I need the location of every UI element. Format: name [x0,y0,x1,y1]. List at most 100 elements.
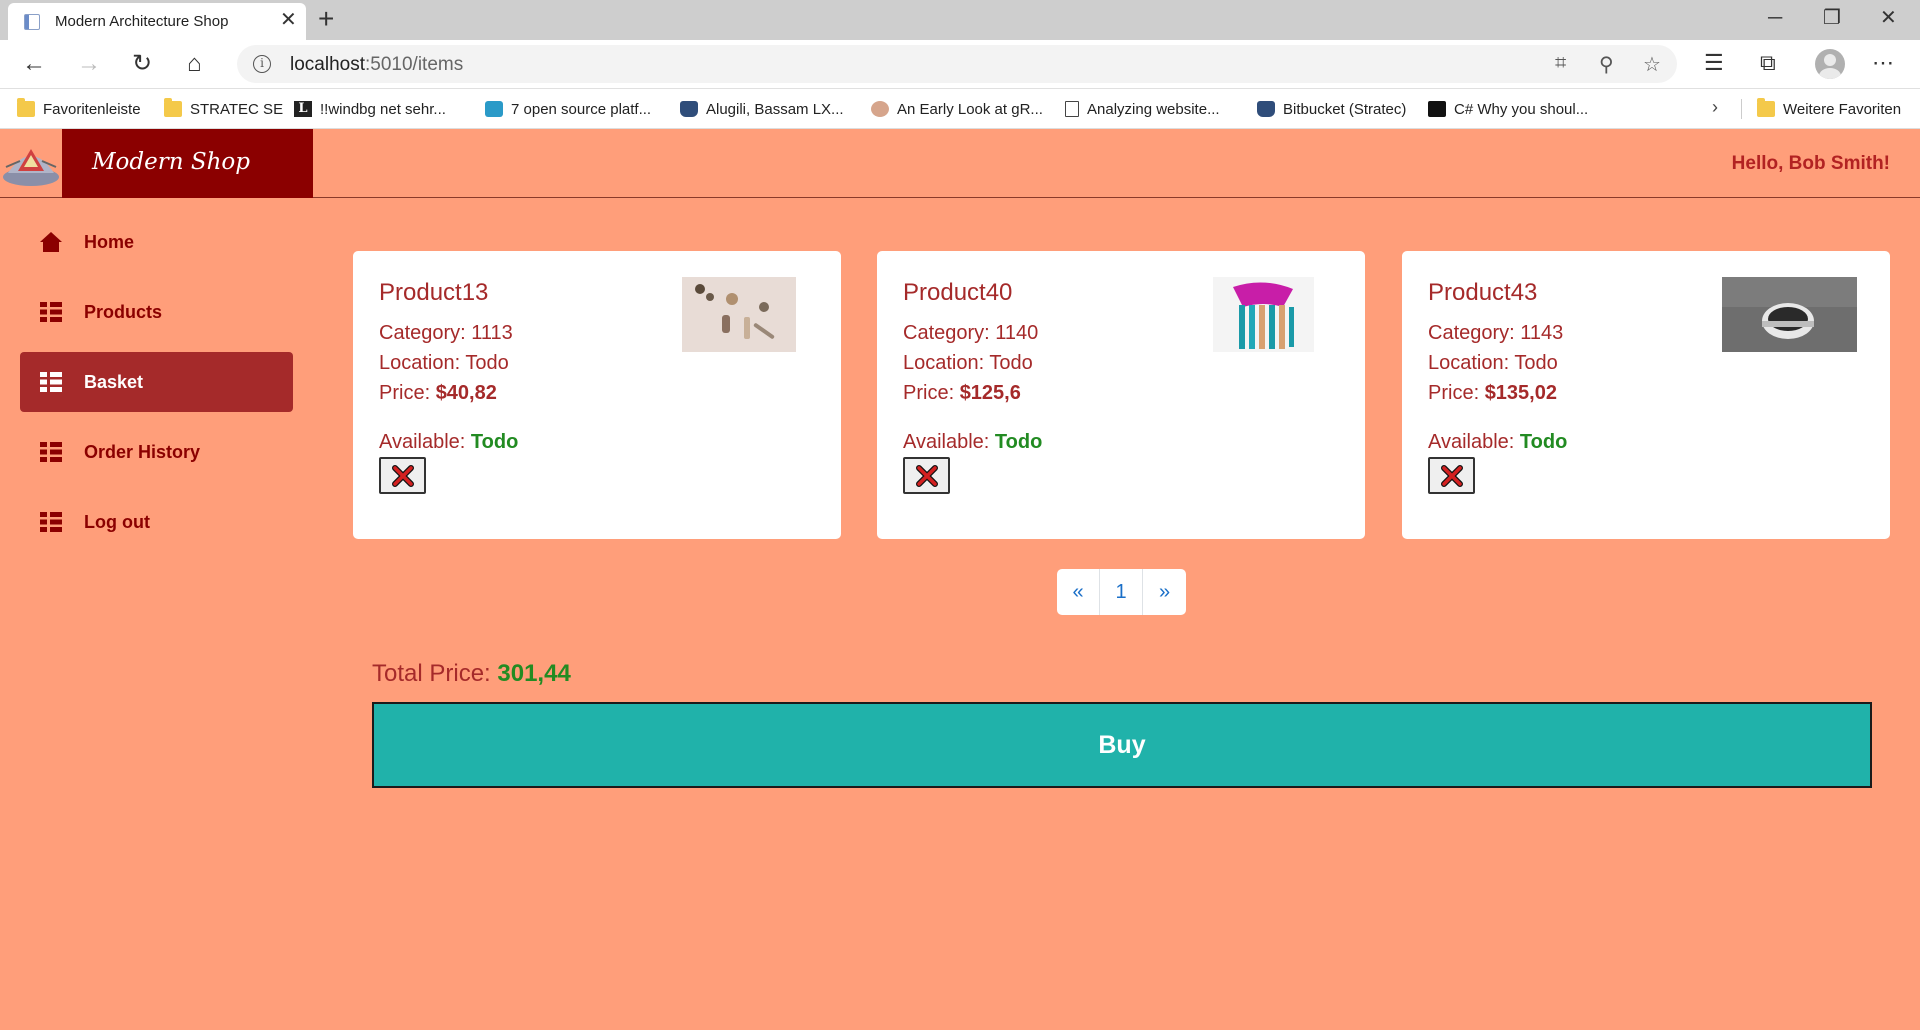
product-name: Product40 [903,279,1013,306]
sidebar-item-log-out[interactable]: Log out [20,492,293,552]
product-category: Category: 1113 [379,322,513,344]
pagination-prev[interactable]: « [1057,569,1100,615]
basket-item-card: Product43 Category: 1143 Location: Todo … [1402,251,1890,539]
pagination-page[interactable]: 1 [1100,569,1143,615]
list-icon [40,512,62,532]
product-location: Location: Todo [903,352,1033,374]
more-menu-icon[interactable]: ⋯ [1872,50,1894,76]
sidebar-item-label: Log out [84,511,150,532]
sidebar-nav: Home Products Basket Order History Log o… [20,212,293,562]
sidebar-item-products[interactable]: Products [20,282,293,342]
bookmark-item[interactable]: C# Why you shoul... [1428,99,1588,119]
basket-total: Total Price: 301,44 [372,660,571,688]
close-tab-icon[interactable]: ✕ [280,10,297,30]
product-image [1722,277,1857,352]
sidebar-item-order-history[interactable]: Order History [20,422,293,482]
bookmark-item[interactable]: Alugili, Bassam LX... [680,99,844,119]
sidebar-item-home[interactable]: Home [20,212,293,272]
url-text[interactable]: localhost:5010/items [290,54,463,76]
product-category: Category: 1143 [1428,322,1564,344]
browser-toolbar: ← → ↻ ⌂ i localhost:5010/items ⌗ ⚲ ☆ ☰ ⧉… [0,40,1920,89]
browser-tab[interactable]: Modern Architecture Shop ✕ [8,3,306,40]
remove-x-icon [915,464,938,487]
basket-item-card: Product13 Category: 1113 Location: Todo … [353,251,841,539]
brand-title[interactable]: Modern Shop [92,149,250,175]
product-price: Price: $40,82 [379,382,497,404]
product-availability: Available: Todo [1428,431,1568,453]
zoom-icon[interactable]: ⚲ [1599,52,1614,77]
remove-item-button[interactable] [903,457,950,494]
remove-x-icon [391,464,414,487]
product-price: Price: $125,6 [903,382,1021,404]
product-location: Location: Todo [379,352,509,374]
bookmark-item[interactable]: 7 open source platf... [485,99,651,119]
product-name: Product13 [379,279,489,306]
profile-avatar-icon[interactable] [1815,49,1845,79]
list-icon [40,372,62,392]
shop-logo-icon[interactable] [0,137,62,189]
new-tab-icon[interactable]: + [318,4,334,34]
total-label: Total Price: [372,660,498,687]
favorite-star-icon[interactable]: ☆ [1643,52,1661,77]
translate-icon[interactable]: ⌗ [1555,52,1566,75]
bookmark-item[interactable]: L !!windbg net sehr... [294,99,446,119]
folder-icon [17,98,35,117]
restore-icon[interactable]: ❐ [1823,6,1841,30]
folder-icon [164,98,182,117]
address-bar[interactable]: i localhost:5010/items ⌗ ⚲ ☆ [237,45,1677,83]
document-icon [1065,101,1079,117]
bookmarks-bar: Favoritenleiste STRATEC SE L !!windbg net… [0,89,1920,129]
person-avatar-icon [871,101,889,117]
medium-logo-icon [1428,101,1446,117]
other-favorites-folder[interactable]: Weitere Favoriten [1757,98,1901,119]
product-image [1213,277,1314,352]
sidebar-item-label: Basket [84,371,144,392]
bookmark-item[interactable]: An Early Look at gR... [871,99,1043,119]
product-price: Price: $135,02 [1428,382,1557,404]
brand-bar[interactable]: Modern Shop [62,129,313,198]
sidebar-item-label: Order History [84,441,201,462]
sidebar-item-basket[interactable]: Basket [20,352,293,412]
remove-item-button[interactable] [1428,457,1475,494]
remove-item-button[interactable] [379,457,426,494]
folder-icon [1757,98,1775,117]
product-name: Product43 [1428,279,1538,306]
bookmark-item[interactable]: Bitbucket (Stratec) [1257,99,1406,119]
home-icon [40,232,62,252]
product-location: Location: Todo [1428,352,1558,374]
favorites-list-icon[interactable]: ☰ [1704,50,1724,76]
tab-title: Modern Architecture Shop [55,13,229,30]
bookmark-item[interactable]: STRATEC SE [164,98,283,119]
product-image [682,277,796,352]
list-icon [40,442,62,462]
page-favicon-icon [24,14,40,30]
bookmark-item[interactable]: Favoritenleiste [17,98,141,119]
close-window-icon[interactable]: ✕ [1880,6,1897,30]
web-app: Modern Shop Hello, Bob Smith! Home Produ… [0,129,1920,1030]
sidebar-item-label: Products [84,301,163,322]
l-logo-icon: L [294,101,312,117]
bookmark-item[interactable]: Analyzing website... [1065,99,1220,119]
collections-icon[interactable]: ⧉ [1760,50,1776,76]
app-header: Modern Shop Hello, Bob Smith! [0,129,1920,198]
refresh-icon[interactable]: ↻ [132,50,152,78]
product-category: Category: 1140 [903,322,1039,344]
buy-button-label: Buy [1098,730,1146,759]
minimize-icon[interactable]: ─ [1768,6,1782,30]
remove-x-icon [1440,464,1463,487]
buy-button[interactable]: Buy [372,702,1872,788]
basket-item-card: Product40 Category: 1140 Location: Todo … [877,251,1365,539]
product-availability: Available: Todo [903,431,1043,453]
gear-logo-icon [485,101,503,117]
pagination-next[interactable]: » [1143,569,1186,615]
back-icon[interactable]: ← [22,50,46,78]
sidebar-item-label: Home [84,231,135,252]
site-info-icon[interactable]: i [253,55,271,73]
forward-icon[interactable]: → [77,50,101,78]
home-browser-icon[interactable]: ⌂ [187,50,202,78]
bitbucket-icon [680,101,698,117]
list-icon [40,302,62,322]
bookmarks-overflow-chevron-icon[interactable]: › [1712,97,1718,118]
user-greeting: Hello, Bob Smith! [1731,153,1890,174]
product-availability: Available: Todo [379,431,519,453]
